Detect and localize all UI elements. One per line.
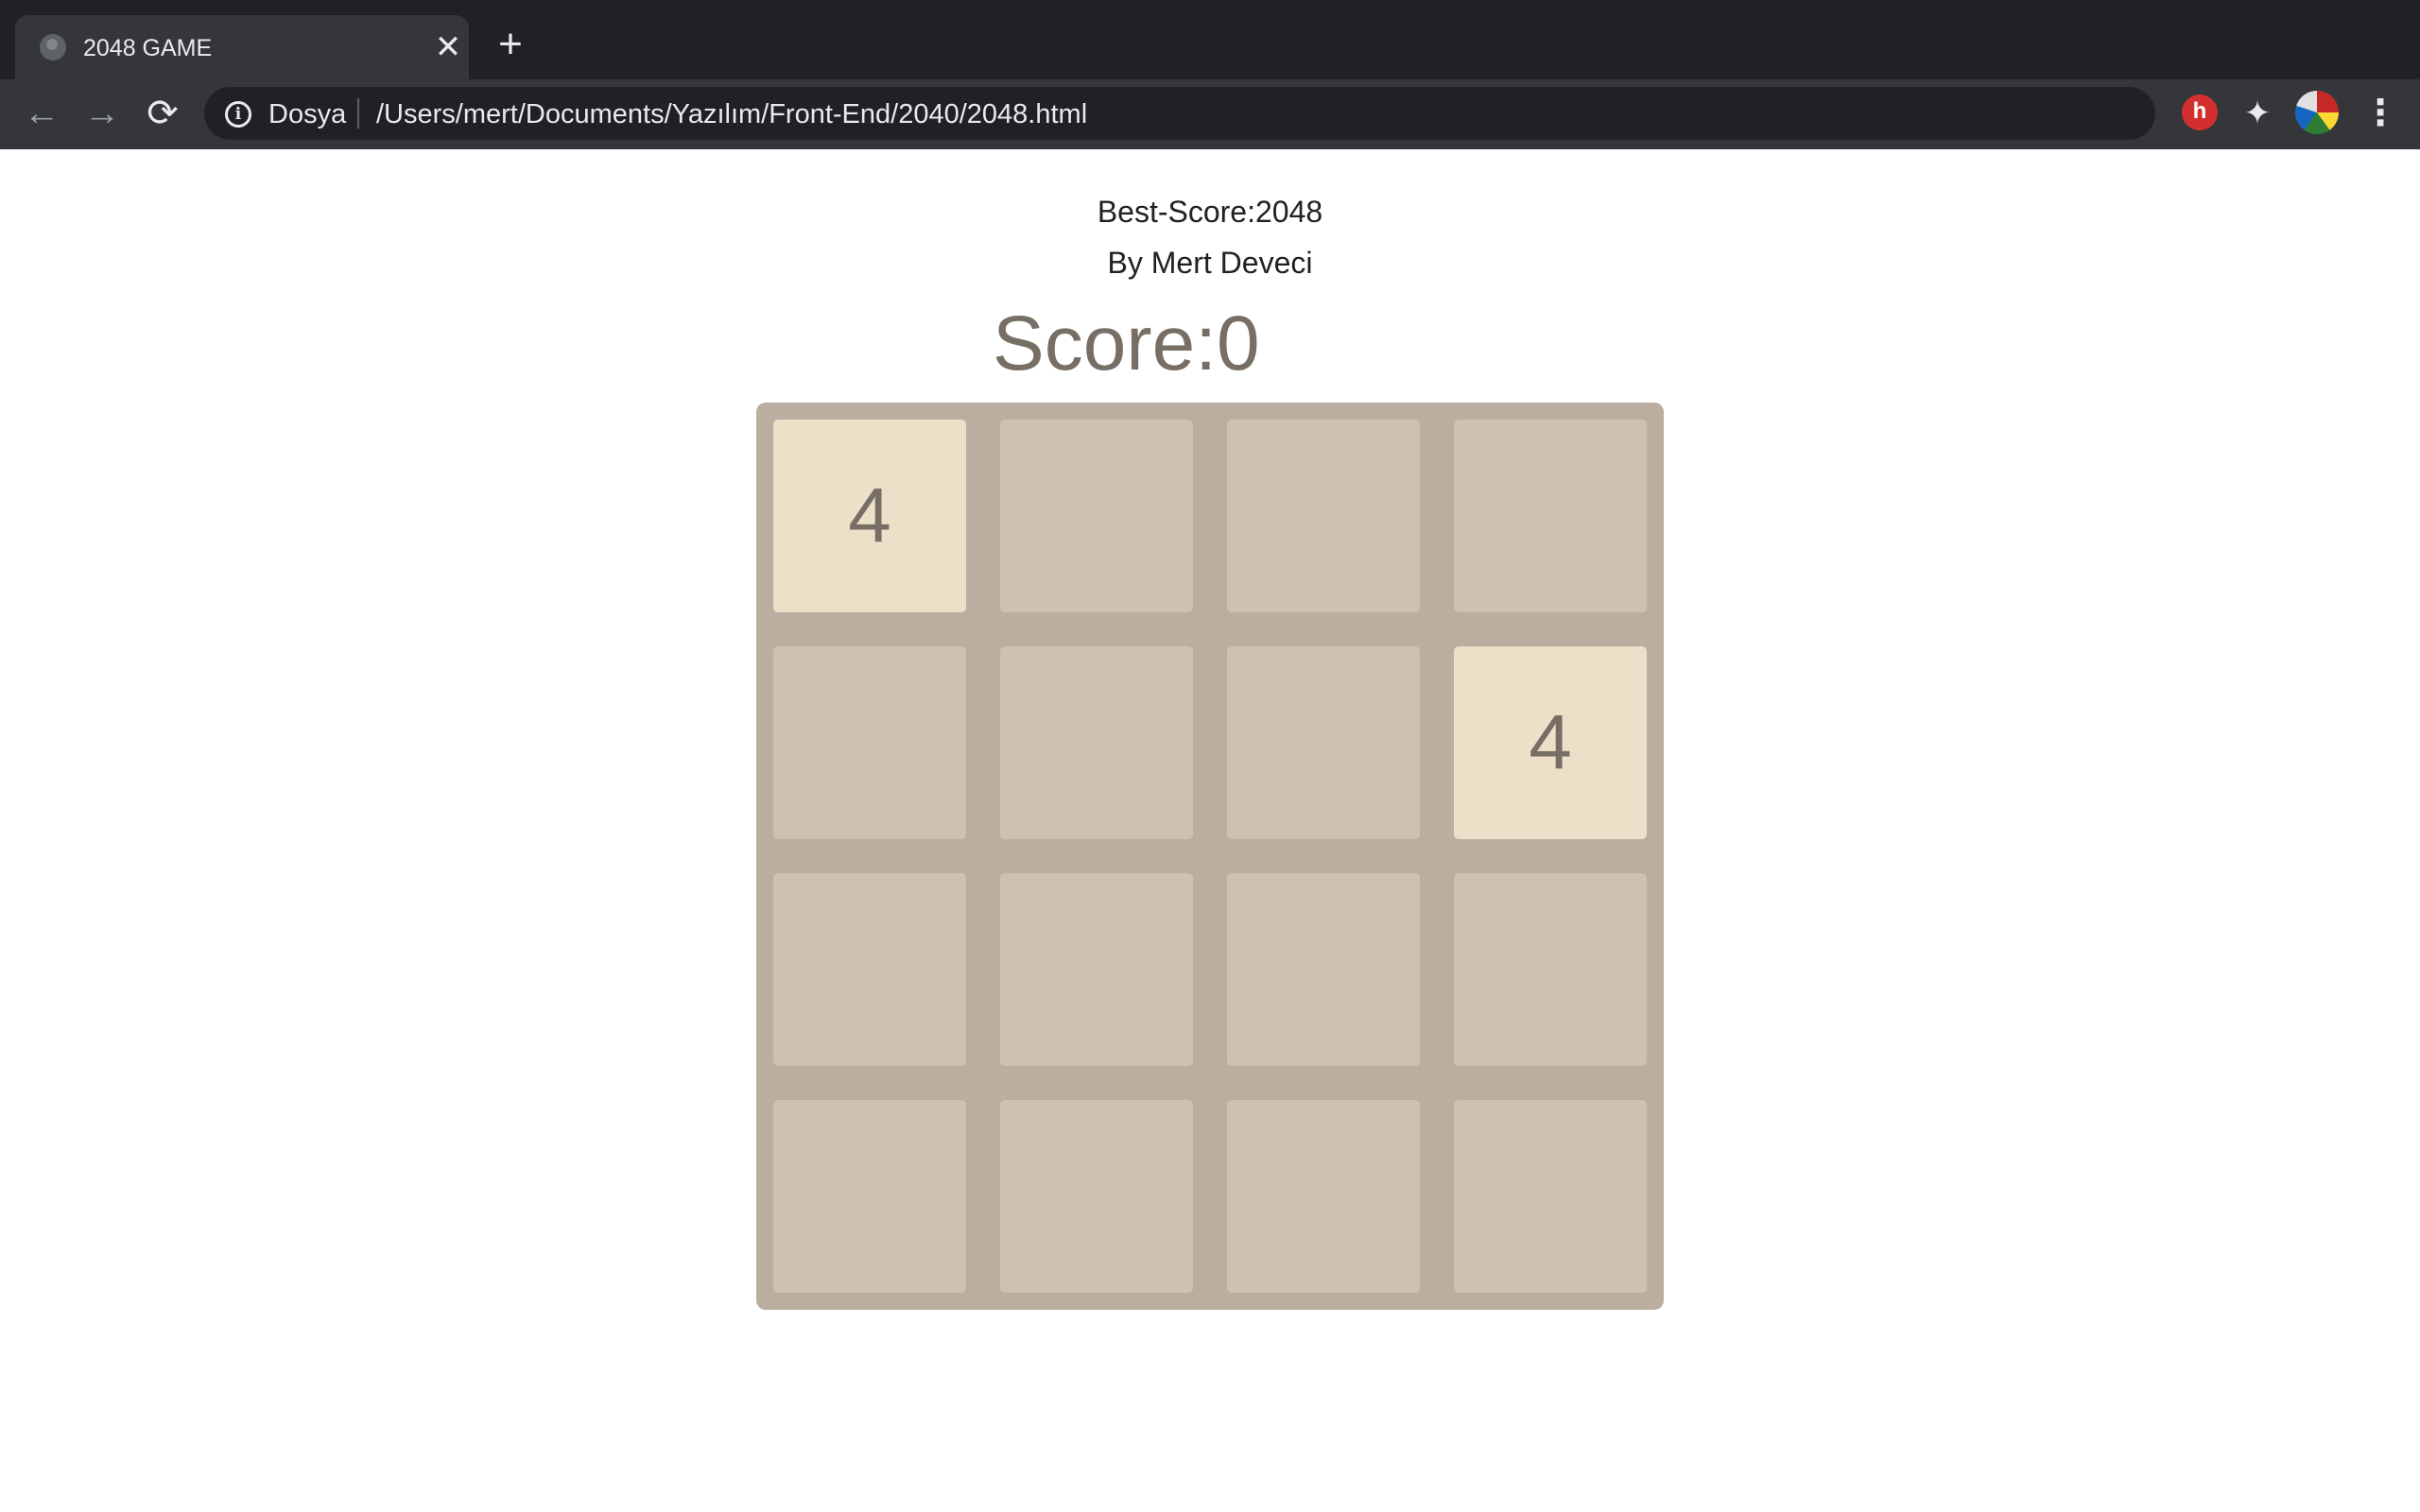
tile-4: 4 [1454, 646, 1647, 839]
score-display: Score:0 [993, 301, 1260, 387]
puzzle-icon[interactable]: ✦ [2237, 93, 2278, 134]
avatar[interactable] [2295, 91, 2339, 134]
forward-arrow-icon[interactable]: → [81, 93, 123, 134]
author-credit: By Mert Deveci [1107, 246, 1313, 280]
empty-cell [1454, 1100, 1647, 1293]
empty-cell [773, 1100, 966, 1293]
empty-cell [1000, 420, 1193, 612]
extension-icon[interactable] [2182, 94, 2218, 130]
tab-title: 2048 GAME [83, 35, 213, 61]
empty-cell [1000, 1100, 1193, 1293]
browser-toolbar: ← → ⟳ i Dosya /Users/mert/Documents/Yazı… [0, 79, 2420, 149]
empty-cell [1000, 646, 1193, 839]
empty-cell [1227, 420, 1420, 612]
empty-cell [1000, 873, 1193, 1066]
empty-cell [1454, 420, 1647, 612]
tile-4: 4 [773, 420, 966, 612]
reload-icon[interactable]: ⟳ [142, 93, 183, 134]
back-arrow-icon[interactable]: ← [21, 93, 62, 134]
game-board[interactable]: 44 [756, 403, 1664, 1310]
best-score: Best-Score:2048 [1097, 195, 1323, 229]
empty-cell [1227, 1100, 1420, 1293]
empty-cell [1227, 873, 1420, 1066]
url-scheme-label: Dosya [268, 99, 347, 129]
browser-chrome: 2048 GAME ✕ + ← → ⟳ i Dosya /Users/mert/… [0, 0, 2420, 149]
empty-cell [1227, 646, 1420, 839]
empty-cell [773, 873, 966, 1066]
info-icon[interactable]: i [225, 101, 251, 128]
globe-icon [40, 34, 66, 60]
new-tab-button[interactable]: + [490, 24, 531, 66]
close-icon[interactable]: ✕ [431, 30, 465, 64]
empty-cell [1454, 873, 1647, 1066]
url-separator [357, 98, 359, 129]
url-text[interactable]: /Users/mert/Documents/Yazılım/Front-End/… [376, 98, 1087, 130]
address-bar[interactable]: i Dosya /Users/mert/Documents/Yazılım/Fr… [204, 87, 2339, 140]
empty-cell [773, 646, 966, 839]
tab-2048-game[interactable]: 2048 GAME ✕ [15, 15, 469, 79]
kebab-menu-icon[interactable]: ⋮ [2360, 93, 2401, 134]
tab-strip: 2048 GAME ✕ + [0, 0, 2420, 79]
